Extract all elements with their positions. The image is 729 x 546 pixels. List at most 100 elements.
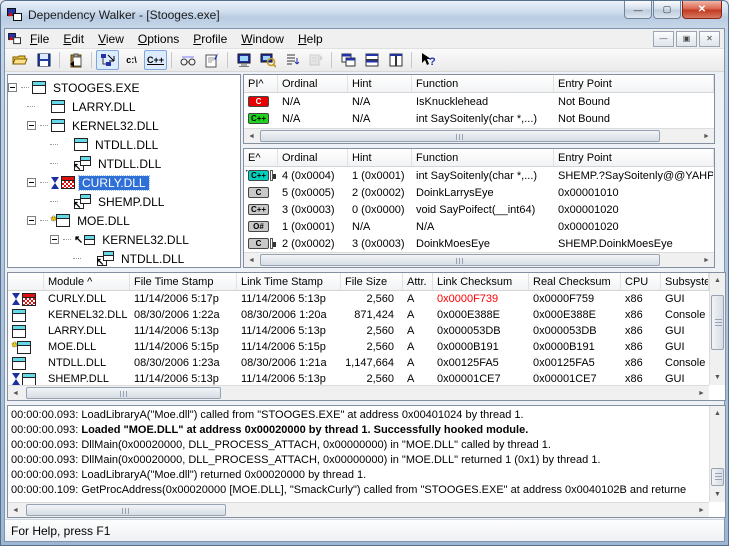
export-row[interactable]: C++ 3 (0x0003) 0 (0x0000) void SayPoifec… <box>244 201 714 218</box>
tree-item-shemp[interactable]: ↖ SHEMP.DLL <box>8 192 240 211</box>
mdi-close-button[interactable]: ✕ <box>699 31 720 47</box>
column-header-file-time-stamp[interactable]: File Time Stamp <box>130 273 237 290</box>
tree-item-stooges[interactable]: STOOGES.EXE <box>8 78 240 97</box>
title-bar[interactable]: Dependency Walker - [Stooges.exe] <box>1 1 728 28</box>
system-info-button[interactable] <box>232 50 255 70</box>
column-header-hint[interactable]: Hint <box>348 75 412 92</box>
column-header-function[interactable]: Function <box>412 75 554 92</box>
sort-list-button[interactable] <box>280 50 303 70</box>
tree-item-ntdll[interactable]: NTDLL.DLL <box>8 135 240 154</box>
menu-options[interactable]: Options <box>131 30 186 48</box>
menu-profile[interactable]: Profile <box>186 30 234 48</box>
tile-vertical-button[interactable] <box>384 50 407 70</box>
mdi-system-icon[interactable] <box>8 33 22 45</box>
collapse-toggle-icon[interactable] <box>27 121 36 130</box>
tree-item-larry[interactable]: LARRY.DLL <box>8 97 240 116</box>
save-button[interactable] <box>32 50 55 70</box>
column-header-link-checksum[interactable]: Link Checksum <box>433 273 529 290</box>
scroll-left-icon[interactable]: ◄ <box>8 503 23 517</box>
column-header-module[interactable]: Module ^ <box>44 273 130 290</box>
collapse-toggle-icon[interactable] <box>27 178 36 187</box>
column-header-ordinal[interactable]: Ordinal <box>278 75 348 92</box>
export-row[interactable]: C 2 (0x0002) 3 (0x0003) DoinkMoesEye SHE… <box>244 235 714 252</box>
tree-item-ntdll-nested[interactable]: ↖ NTDLL.DLL <box>8 249 240 268</box>
undecorate-cpp-button[interactable]: C++ <box>144 50 167 70</box>
tree-item-ntdll-duplicate[interactable]: ↖ NTDLL.DLL <box>8 154 240 173</box>
menu-file[interactable]: File <box>23 30 56 48</box>
scroll-right-icon[interactable]: ► <box>699 129 714 143</box>
tree-item-kernel32[interactable]: KERNEL32.DLL <box>8 116 240 135</box>
export-row[interactable]: C++ 4 (0x0004) 1 (0x0001) int SaySoitenl… <box>244 167 714 184</box>
imports-horizontal-scrollbar[interactable]: ◄ ► <box>244 128 714 143</box>
copy-button[interactable] <box>64 50 87 70</box>
column-header-subsystem[interactable]: Subsystem <box>661 273 709 290</box>
scrollbar-thumb[interactable] <box>260 130 660 142</box>
properties-button[interactable] <box>200 50 223 70</box>
column-header-entrypoint[interactable]: Entry Point <box>554 149 714 166</box>
log-vertical-scrollbar[interactable]: ▲ ▼ <box>709 406 725 502</box>
column-header-entrypoint[interactable]: Entry Point <box>554 75 714 92</box>
module-row-moe[interactable]: * MOE.DLL 11/14/2006 5:15p 11/14/2006 5:… <box>8 339 709 355</box>
close-button[interactable]: ✕ <box>682 1 722 19</box>
menu-window[interactable]: Window <box>234 30 291 48</box>
scroll-left-icon[interactable]: ◄ <box>244 129 259 143</box>
scrollbar-thumb[interactable] <box>711 295 724 350</box>
column-header-ordinal[interactable]: Ordinal <box>278 149 348 166</box>
module-row-larry[interactable]: LARRY.DLL 11/14/2006 5:13p 11/14/2006 5:… <box>8 323 709 339</box>
column-header-file-size[interactable]: File Size <box>341 273 403 290</box>
column-header-e[interactable]: E^ <box>244 149 278 166</box>
scroll-right-icon[interactable]: ► <box>694 503 709 517</box>
import-row[interactable]: C++ N/A N/A int SaySoitenly(char *,...) … <box>244 110 714 127</box>
mdi-restore-button[interactable]: ▣ <box>676 31 697 47</box>
collapse-toggle-icon[interactable] <box>27 216 36 225</box>
search-button[interactable] <box>256 50 279 70</box>
scroll-up-icon[interactable]: ▲ <box>710 406 725 421</box>
module-list-horizontal-scrollbar[interactable]: ◄ ► <box>8 385 709 400</box>
import-row[interactable]: C N/A N/A IsKnucklehead Not Bound <box>244 93 714 110</box>
column-header-icon[interactable] <box>8 273 44 290</box>
cascade-windows-button[interactable] <box>336 50 359 70</box>
context-help-button[interactable]: ? <box>416 50 439 70</box>
module-row-ntdll[interactable]: NTDLL.DLL 08/30/2006 1:23a 08/30/2006 1:… <box>8 355 709 371</box>
scroll-left-icon[interactable]: ◄ <box>244 253 259 267</box>
scroll-up-icon[interactable]: ▲ <box>710 273 725 288</box>
view-full-paths-button[interactable]: c:\ <box>120 50 143 70</box>
minimize-button[interactable]: — <box>624 1 652 19</box>
tile-horizontal-button[interactable] <box>360 50 383 70</box>
log-horizontal-scrollbar[interactable]: ◄ ► <box>8 502 709 517</box>
column-header-hint[interactable]: Hint <box>348 149 412 166</box>
module-row-kernel32[interactable]: KERNEL32.DLL 08/30/2006 1:22a 08/30/2006… <box>8 307 709 323</box>
export-row[interactable]: O# 1 (0x0001) N/A N/A 0x00001020 <box>244 218 714 235</box>
scroll-left-icon[interactable]: ◄ <box>8 386 23 400</box>
scroll-down-icon[interactable]: ▼ <box>710 370 725 385</box>
scroll-down-icon[interactable]: ▼ <box>710 487 725 502</box>
auto-expand-button[interactable] <box>96 50 119 70</box>
scroll-right-icon[interactable]: ► <box>694 386 709 400</box>
scrollbar-thumb[interactable] <box>26 387 221 399</box>
column-header-link-time-stamp[interactable]: Link Time Stamp <box>237 273 341 290</box>
column-header-real-checksum[interactable]: Real Checksum <box>529 273 621 290</box>
module-row-curly[interactable]: CURLY.DLL 11/14/2006 5:17p 11/14/2006 5:… <box>8 291 709 307</box>
log-panel[interactable]: 00:00:00.093: LoadLibraryA("Moe.dll") ca… <box>7 405 726 518</box>
tree-item-moe[interactable]: * MOE.DLL <box>8 211 240 230</box>
export-row[interactable]: C 5 (0x0005) 2 (0x0002) DoinkLarrysEye 0… <box>244 184 714 201</box>
tree-item-curly[interactable]: CURLY.DLL <box>8 173 240 192</box>
refresh-button[interactable] <box>304 50 327 70</box>
menu-help[interactable]: Help <box>291 30 330 48</box>
collapse-toggle-icon[interactable] <box>8 83 17 92</box>
scrollbar-thumb[interactable] <box>711 468 724 486</box>
menu-view[interactable]: View <box>91 30 131 48</box>
scrollbar-thumb[interactable] <box>26 504 226 516</box>
module-list-vertical-scrollbar[interactable]: ▲ ▼ <box>709 273 725 385</box>
collapse-toggle-icon[interactable] <box>50 235 59 244</box>
scroll-right-icon[interactable]: ► <box>699 253 714 267</box>
column-header-pi[interactable]: PI^ <box>244 75 278 92</box>
tree-item-kernel32-forwarded[interactable]: ↖ KERNEL32.DLL <box>8 230 240 249</box>
column-header-function[interactable]: Function <box>412 149 554 166</box>
maximize-button[interactable]: ▢ <box>653 1 681 19</box>
column-header-cpu[interactable]: CPU <box>621 273 661 290</box>
menu-edit[interactable]: Edit <box>56 30 91 48</box>
exports-horizontal-scrollbar[interactable]: ◄ ► <box>244 252 714 267</box>
scrollbar-thumb[interactable] <box>260 254 660 266</box>
open-button[interactable] <box>8 50 31 70</box>
